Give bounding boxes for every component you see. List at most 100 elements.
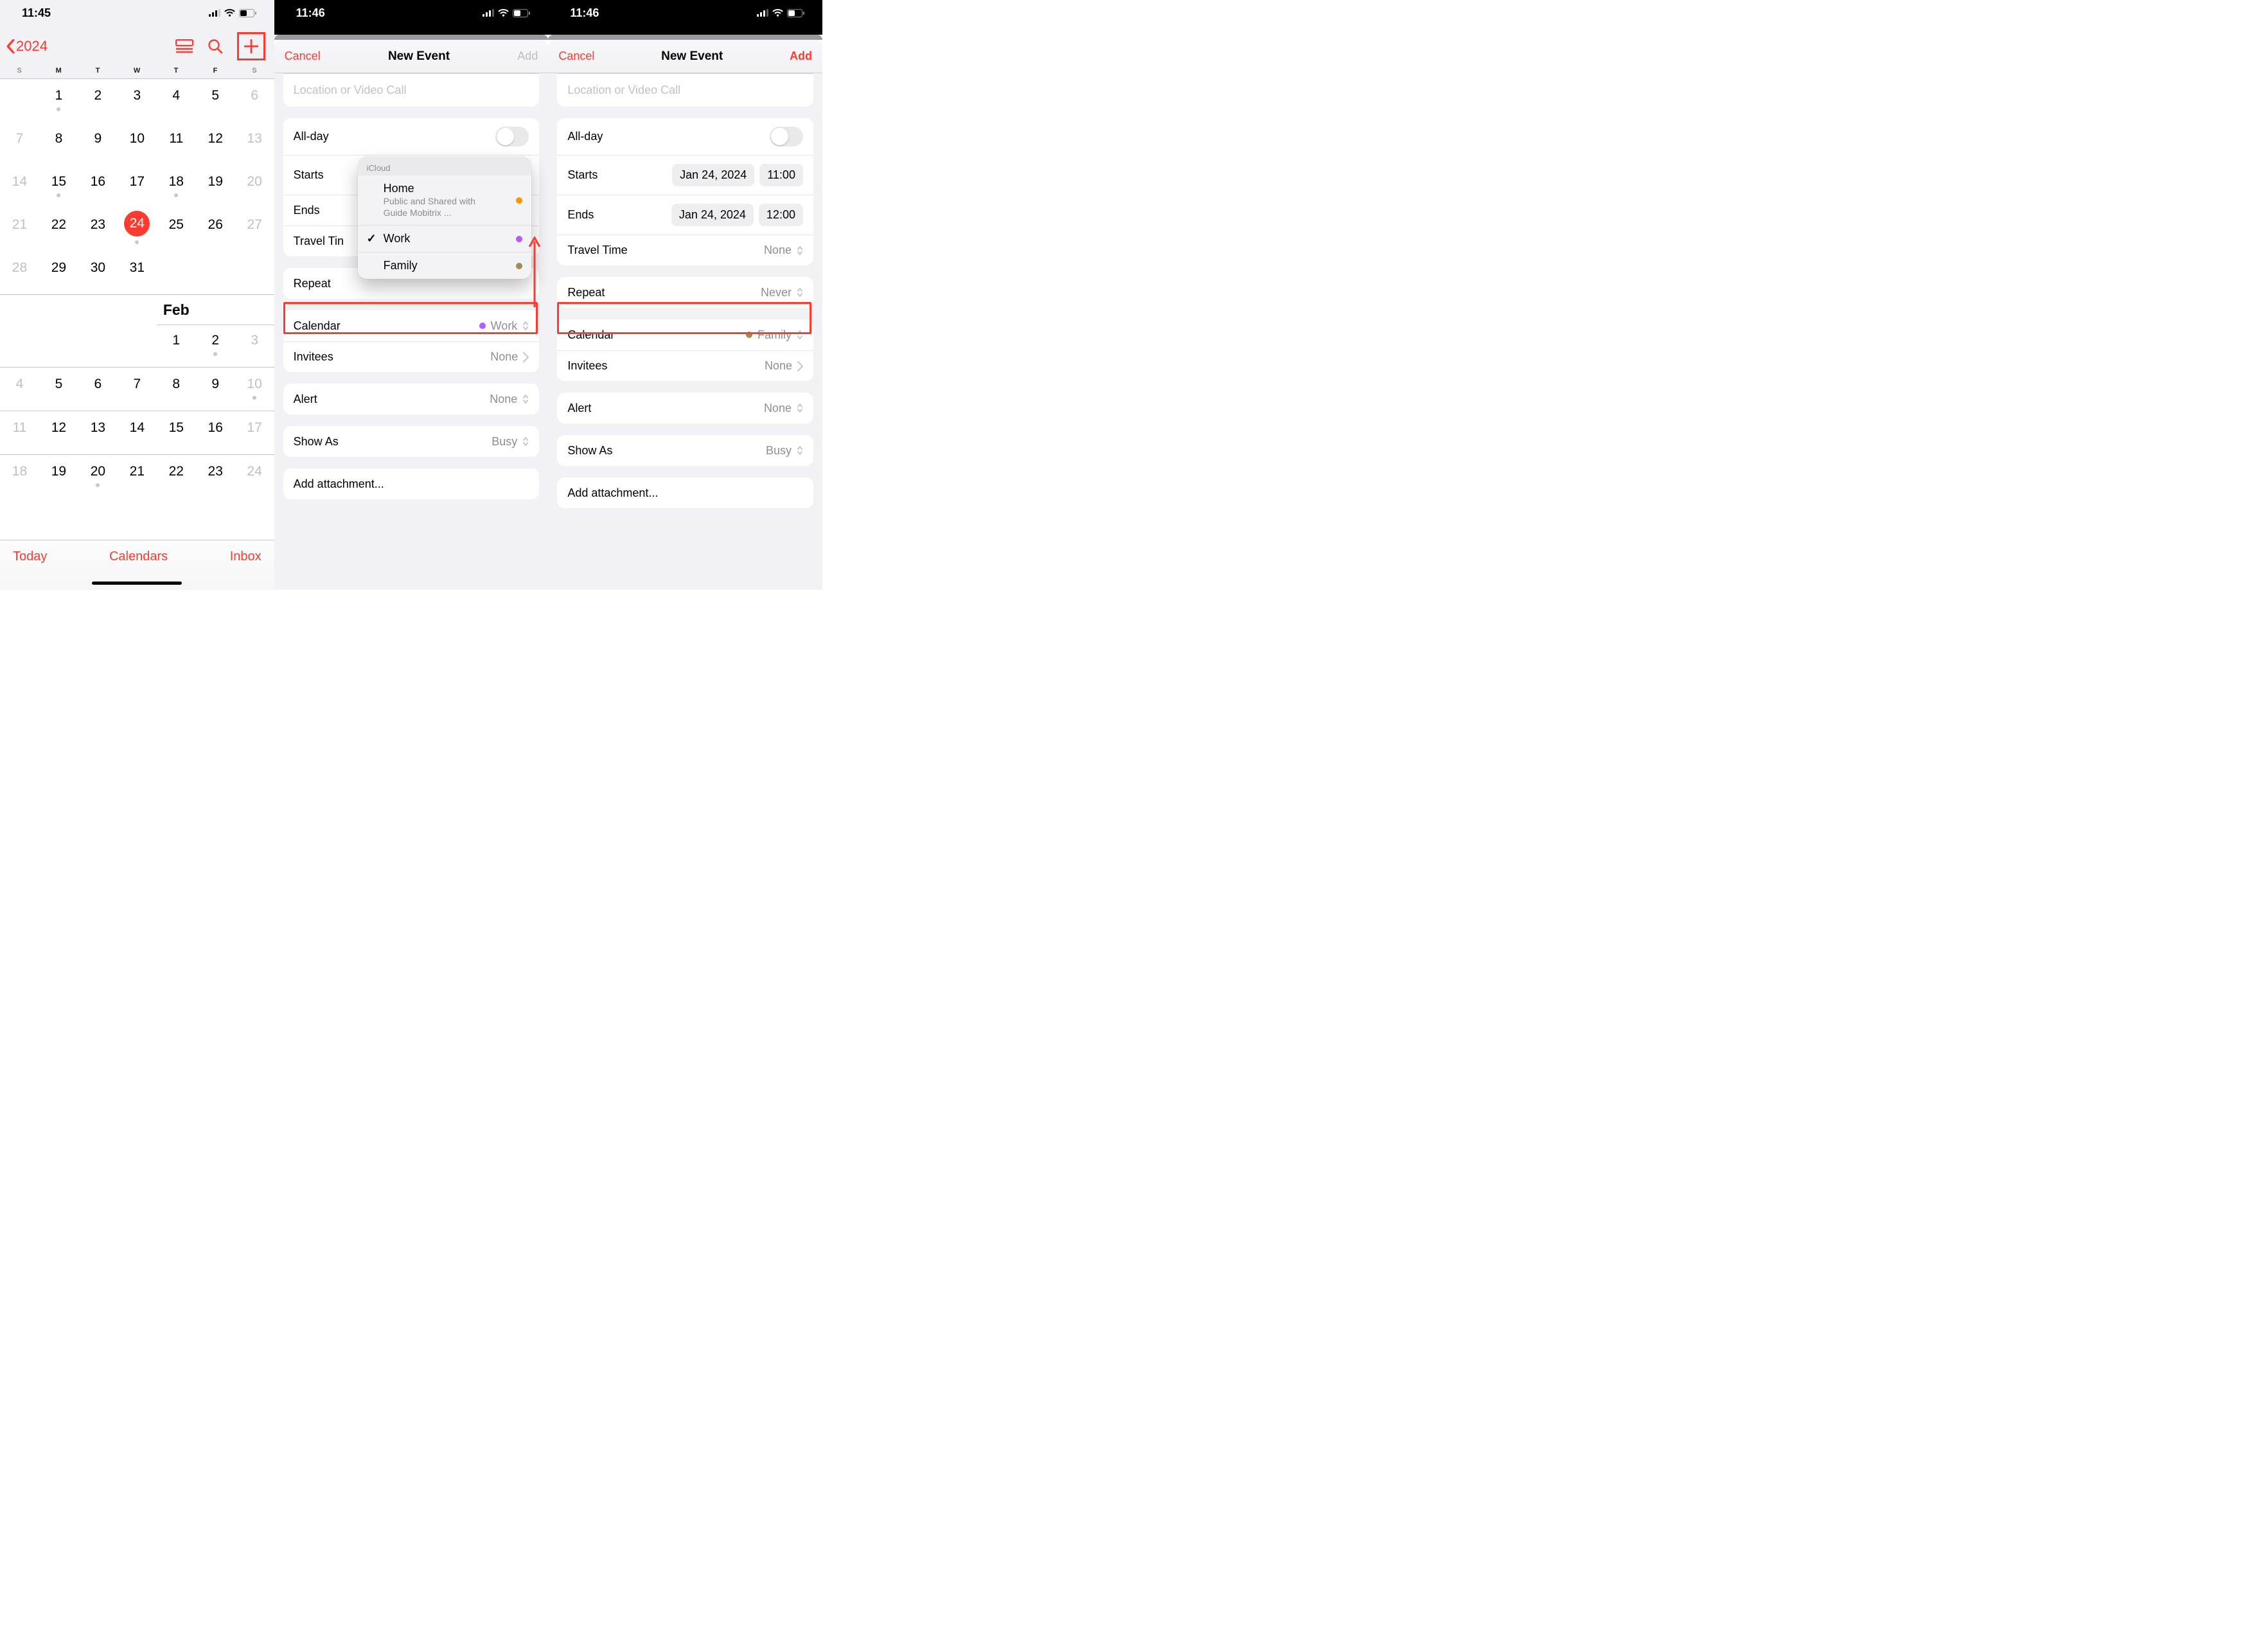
today-button[interactable]: Today <box>13 549 47 564</box>
calendar-day[interactable]: 18 <box>157 165 196 208</box>
inbox-button[interactable]: Inbox <box>230 549 261 564</box>
calendar-day[interactable]: 20 <box>235 165 274 208</box>
calendar-day[interactable]: 12 <box>39 411 78 454</box>
calendar-day[interactable]: 15 <box>39 165 78 208</box>
ends-date-chip[interactable]: Jan 24, 2024 <box>671 204 754 226</box>
calendar-picker-popover[interactable]: iCloudHomePublic and Shared with Guide M… <box>358 157 531 279</box>
calendar-day[interactable]: 8 <box>157 368 196 411</box>
alert-row[interactable]: Alert None <box>283 384 540 414</box>
allday-toggle[interactable] <box>770 127 803 147</box>
calendar-day[interactable]: 26 <box>196 208 235 251</box>
starts-date-chip[interactable]: Jan 24, 2024 <box>672 164 754 186</box>
add-attachment-row[interactable]: Add attachment... <box>557 477 813 508</box>
calendar-day[interactable] <box>0 324 39 367</box>
calendar-day[interactable]: 13 <box>78 411 118 454</box>
calendar-day[interactable]: 27 <box>235 208 274 251</box>
calendar-day[interactable]: 11 <box>157 122 196 165</box>
calendar-day[interactable]: 25 <box>157 208 196 251</box>
back-to-year-button[interactable]: 2024 <box>6 38 48 55</box>
cancel-button[interactable]: Cancel <box>285 49 321 63</box>
calendar-day[interactable]: 6 <box>78 368 118 411</box>
calendar-day[interactable]: 4 <box>157 79 196 122</box>
calendar-day[interactable]: 15 <box>157 411 196 454</box>
allday-toggle[interactable] <box>495 127 529 147</box>
calendar-day[interactable]: 24 <box>235 455 274 498</box>
calendar-day[interactable]: 23 <box>196 455 235 498</box>
calendar-day[interactable]: 29 <box>39 251 78 294</box>
travel-time-row[interactable]: Travel Time None <box>557 235 813 265</box>
calendar-day[interactable]: 6 <box>235 79 274 122</box>
calendar-day[interactable]: 13 <box>235 122 274 165</box>
calendar-day[interactable]: 1 <box>39 79 78 122</box>
calendar-day[interactable]: 24 <box>118 208 157 251</box>
calendar-row[interactable]: Calendar Family <box>557 319 813 350</box>
calendar-day[interactable]: 4 <box>0 368 39 411</box>
calendar-day[interactable]: 10 <box>235 368 274 411</box>
location-field[interactable]: Location or Video Call <box>283 73 540 107</box>
invitees-row[interactable]: Invitees None <box>557 350 813 381</box>
calendar-day[interactable] <box>196 251 235 294</box>
calendars-button[interactable]: Calendars <box>109 549 168 564</box>
ends-row[interactable]: Ends Jan 24, 2024 12:00 <box>557 195 813 235</box>
calendar-row[interactable]: Calendar Work <box>283 310 540 341</box>
show-as-row[interactable]: Show As Busy <box>557 435 813 466</box>
calendar-day[interactable]: 20 <box>78 455 118 498</box>
add-attachment-row[interactable]: Add attachment... <box>283 468 540 499</box>
calendar-day[interactable]: 16 <box>78 165 118 208</box>
calendar-day[interactable]: 3 <box>118 79 157 122</box>
calendar-day[interactable]: 14 <box>118 411 157 454</box>
calendar-day[interactable]: 21 <box>0 208 39 251</box>
alert-row[interactable]: Alert None <box>557 393 813 423</box>
calendar-day[interactable]: 2 <box>196 324 235 367</box>
calendar-day[interactable] <box>118 324 157 367</box>
calendar-day[interactable]: 9 <box>78 122 118 165</box>
cancel-button[interactable]: Cancel <box>558 49 594 63</box>
repeat-row[interactable]: Repeat Never <box>557 277 813 308</box>
add-event-button[interactable] <box>237 32 265 60</box>
calendar-day[interactable] <box>39 324 78 367</box>
calendar-day[interactable]: 8 <box>39 122 78 165</box>
calendar-day[interactable] <box>0 79 39 122</box>
calendar-option[interactable]: Family <box>358 252 531 279</box>
calendar-day[interactable]: 1 <box>157 324 196 367</box>
calendar-day[interactable]: 16 <box>196 411 235 454</box>
location-field[interactable]: Location or Video Call <box>557 73 813 107</box>
calendar-day[interactable]: 17 <box>235 411 274 454</box>
calendar-day[interactable]: 31 <box>118 251 157 294</box>
calendar-day[interactable] <box>235 251 274 294</box>
calendar-day[interactable]: 12 <box>196 122 235 165</box>
calendar-day[interactable]: 7 <box>0 122 39 165</box>
calendar-day[interactable]: 28 <box>0 251 39 294</box>
invitees-row[interactable]: Invitees None <box>283 341 540 372</box>
ends-time-chip[interactable]: 12:00 <box>759 204 803 226</box>
calendar-day[interactable]: 19 <box>196 165 235 208</box>
search-button[interactable] <box>208 39 223 54</box>
calendar-day[interactable]: 5 <box>196 79 235 122</box>
starts-row[interactable]: Starts Jan 24, 2024 11:00 <box>557 155 813 195</box>
calendar-day[interactable]: 7 <box>118 368 157 411</box>
show-as-row[interactable]: Show As Busy <box>283 426 540 457</box>
view-mode-button[interactable] <box>175 39 193 53</box>
calendar-option[interactable]: HomePublic and Shared with Guide Mobitri… <box>358 175 531 225</box>
calendar-day[interactable]: 2 <box>78 79 118 122</box>
calendar-day[interactable]: 22 <box>39 208 78 251</box>
calendar-day[interactable]: 18 <box>0 455 39 498</box>
calendar-day[interactable]: 5 <box>39 368 78 411</box>
add-button[interactable]: Add <box>790 49 812 63</box>
calendar-day[interactable]: 3 <box>235 324 274 367</box>
calendar-day[interactable] <box>78 324 118 367</box>
calendar-day[interactable]: 19 <box>39 455 78 498</box>
calendar-day[interactable]: 22 <box>157 455 196 498</box>
starts-time-chip[interactable]: 11:00 <box>759 164 803 186</box>
calendar-day[interactable]: 10 <box>118 122 157 165</box>
calendar-option[interactable]: ✓Work <box>358 225 531 252</box>
calendar-day[interactable] <box>157 251 196 294</box>
calendar-day[interactable]: 14 <box>0 165 39 208</box>
calendar-day[interactable]: 23 <box>78 208 118 251</box>
calendar-day[interactable]: 9 <box>196 368 235 411</box>
calendar-day[interactable]: 17 <box>118 165 157 208</box>
calendar-day[interactable]: 11 <box>0 411 39 454</box>
calendar-day[interactable]: 30 <box>78 251 118 294</box>
calendar-day[interactable]: 21 <box>118 455 157 498</box>
home-indicator[interactable] <box>92 582 182 585</box>
